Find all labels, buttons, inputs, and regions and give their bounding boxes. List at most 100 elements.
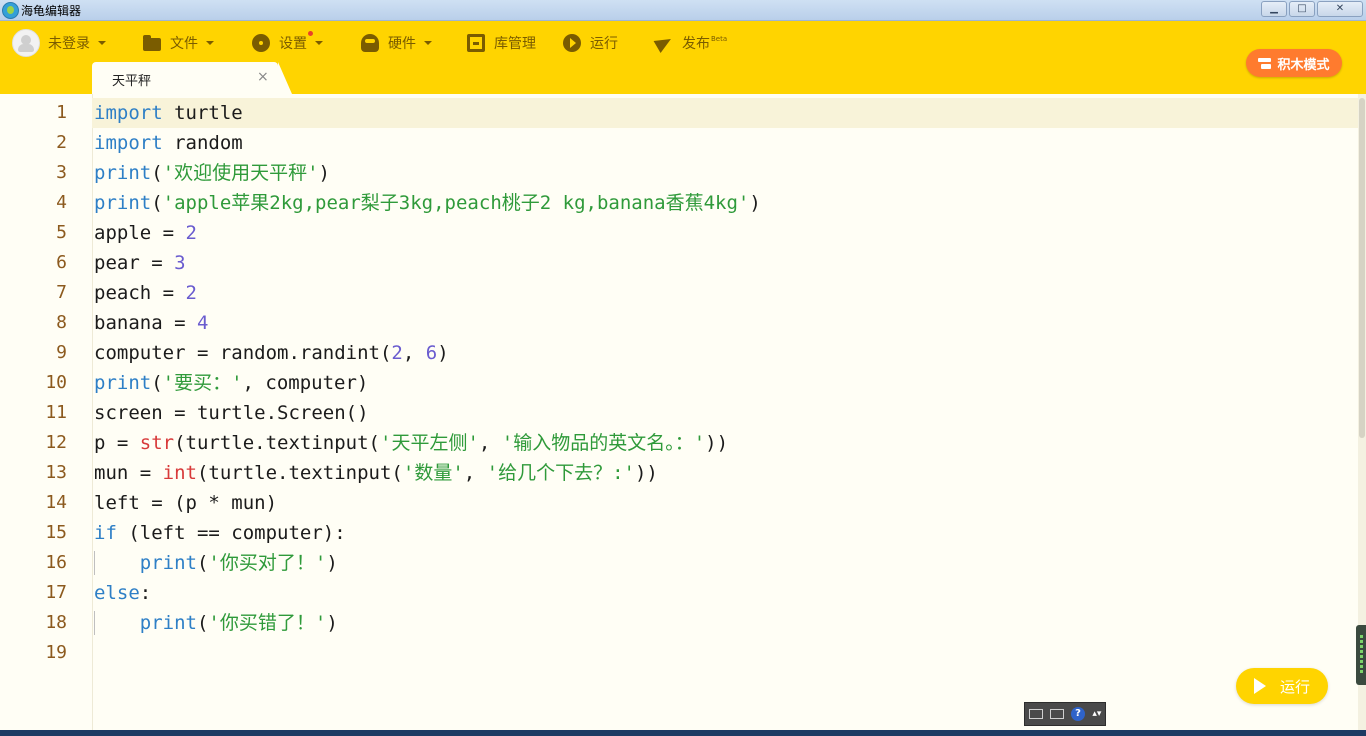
block-mode-button[interactable]: 积木模式 bbox=[1246, 49, 1342, 77]
code-line[interactable]: import random bbox=[94, 128, 243, 158]
ime-toolbar[interactable]: ? ▴▾ bbox=[1024, 702, 1106, 726]
code-token: (turtle.textinput( bbox=[174, 432, 380, 454]
tab-close-icon[interactable]: × bbox=[257, 69, 269, 85]
code-line[interactable]: computer = random.randint(2, 6) bbox=[94, 338, 449, 368]
code-token: ) bbox=[318, 162, 330, 184]
chevron-down-icon bbox=[315, 41, 323, 45]
code-line[interactable]: screen = turtle.Screen() bbox=[94, 398, 369, 428]
code-token: ( bbox=[151, 372, 163, 394]
user-login-menu[interactable]: 未登录 bbox=[12, 29, 106, 57]
code-token: ) bbox=[749, 192, 761, 214]
run-button[interactable]: 运行 bbox=[1236, 668, 1328, 704]
code-token: import bbox=[94, 102, 163, 124]
scrollbar-thumb[interactable] bbox=[1359, 98, 1365, 438]
code-line[interactable]: print('apple苹果2kg,pear梨子3kg,peach桃子2 kg,… bbox=[94, 188, 761, 218]
code-token: , bbox=[478, 432, 502, 454]
code-token: , bbox=[402, 342, 426, 364]
toolbar-run-button[interactable]: 运行 bbox=[563, 30, 618, 56]
code-token: 4 bbox=[196, 312, 209, 334]
code-line[interactable]: p = str(turtle.textinput('天平左侧', '输入物品的英… bbox=[94, 428, 728, 458]
code-token: ( bbox=[151, 192, 163, 214]
code-token: '输入物品的英文名。：' bbox=[501, 432, 706, 454]
code-line[interactable]: if (left == computer): bbox=[94, 518, 346, 548]
close-window-button[interactable]: ✕ bbox=[1317, 1, 1363, 17]
keyboard-icon[interactable] bbox=[1049, 709, 1064, 719]
code-token: 2 bbox=[391, 342, 403, 364]
code-token: print bbox=[94, 372, 152, 394]
notification-dot bbox=[308, 31, 313, 36]
side-panel-handle[interactable] bbox=[1356, 625, 1366, 685]
play-icon bbox=[563, 34, 581, 52]
code-token: banana = bbox=[94, 312, 197, 334]
code-line[interactable]: left = (p * mun) bbox=[94, 488, 277, 518]
code-line[interactable]: print('欢迎使用天平秤') bbox=[94, 158, 330, 188]
line-number: 16 bbox=[45, 552, 67, 573]
code-line[interactable]: banana = 4 bbox=[94, 308, 208, 338]
hardware-icon bbox=[361, 34, 379, 52]
line-number: 9 bbox=[56, 342, 67, 363]
code-token: pear = bbox=[94, 252, 175, 274]
code-token: ( bbox=[196, 612, 209, 634]
code-token: '给几个下去？:' bbox=[486, 462, 635, 484]
tab-label: 天平秤 bbox=[112, 74, 152, 89]
chevron-down-icon bbox=[206, 41, 214, 45]
file-menu[interactable]: 文件 bbox=[143, 30, 214, 56]
line-number: 13 bbox=[45, 462, 67, 483]
code-token: '你买对了！' bbox=[208, 552, 327, 574]
hardware-menu[interactable]: 硬件 bbox=[361, 30, 432, 56]
gear-icon bbox=[252, 34, 270, 52]
run-button-label: 运行 bbox=[1279, 677, 1310, 696]
publish-button[interactable]: 发布 Beta bbox=[655, 30, 727, 56]
code-token: computer = random.randint( bbox=[94, 342, 392, 364]
code-token: )) bbox=[634, 462, 658, 484]
code-token: '要买：' bbox=[162, 372, 243, 394]
tab-file[interactable]: 天平秤 × bbox=[92, 62, 292, 94]
code-line[interactable]: pear = 3 bbox=[94, 248, 186, 278]
line-number: 19 bbox=[45, 642, 67, 663]
code-line[interactable]: peach = 2 bbox=[94, 278, 197, 308]
code-token: 2 bbox=[185, 282, 197, 304]
minimize-button[interactable]: ▁ bbox=[1261, 1, 1287, 17]
line-number: 1 bbox=[56, 102, 67, 123]
code-line[interactable]: apple = 2 bbox=[94, 218, 197, 248]
library-manager-button[interactable]: 库管理 bbox=[467, 30, 536, 56]
code-token: screen = turtle.Screen() bbox=[94, 402, 369, 424]
code-token: ( bbox=[151, 162, 163, 184]
line-number: 4 bbox=[56, 192, 67, 213]
maximize-button[interactable]: □ bbox=[1289, 1, 1315, 17]
code-token: 6 bbox=[425, 342, 438, 364]
settings-menu-label: 设置 bbox=[279, 36, 307, 52]
code-token: mun = bbox=[94, 462, 163, 484]
code-token: print bbox=[94, 192, 152, 214]
code-token: , bbox=[463, 462, 487, 484]
code-line[interactable]: print('要买：', computer) bbox=[94, 368, 368, 398]
code-line[interactable]: else: bbox=[94, 578, 151, 608]
code-token: print bbox=[94, 162, 152, 184]
grid-icon[interactable] bbox=[1028, 709, 1043, 719]
code-token: ) bbox=[326, 612, 338, 634]
window-title-bar: 海龟编辑器 ▁ □ ✕ bbox=[0, 0, 1366, 21]
code-line[interactable]: print('你买对了！') bbox=[94, 548, 338, 578]
indent-guide bbox=[94, 611, 95, 635]
code-token: ) bbox=[326, 552, 338, 574]
expand-icon[interactable]: ▴▾ bbox=[1092, 709, 1101, 719]
code-line[interactable]: import turtle bbox=[94, 98, 243, 128]
blocks-icon bbox=[1258, 57, 1272, 69]
code-line[interactable]: print('你买错了！') bbox=[94, 608, 338, 638]
code-token: random bbox=[162, 132, 243, 154]
code-token: left = (p * mun) bbox=[94, 492, 278, 514]
paper-plane-icon bbox=[655, 34, 673, 52]
code-line[interactable]: mun = int(turtle.textinput('数量', '给几个下去？… bbox=[94, 458, 658, 488]
line-number: 18 bbox=[45, 612, 67, 633]
toolbar-run-label: 运行 bbox=[590, 36, 618, 52]
code-token: p = bbox=[94, 432, 140, 454]
code-token: '欢迎使用天平秤' bbox=[162, 162, 319, 184]
turtle-logo-icon bbox=[2, 2, 19, 19]
help-icon[interactable]: ? bbox=[1071, 707, 1086, 721]
code-token: turtle bbox=[162, 102, 243, 124]
code-editor[interactable]: 1 2 3 4 5 6 7 8 9 10 11 12 13 14 15 16 17 18 19 import tur… bbox=[0, 94, 1366, 730]
active-line-highlight bbox=[92, 98, 1358, 128]
code-token: str bbox=[139, 432, 175, 454]
line-number: 7 bbox=[56, 282, 67, 303]
